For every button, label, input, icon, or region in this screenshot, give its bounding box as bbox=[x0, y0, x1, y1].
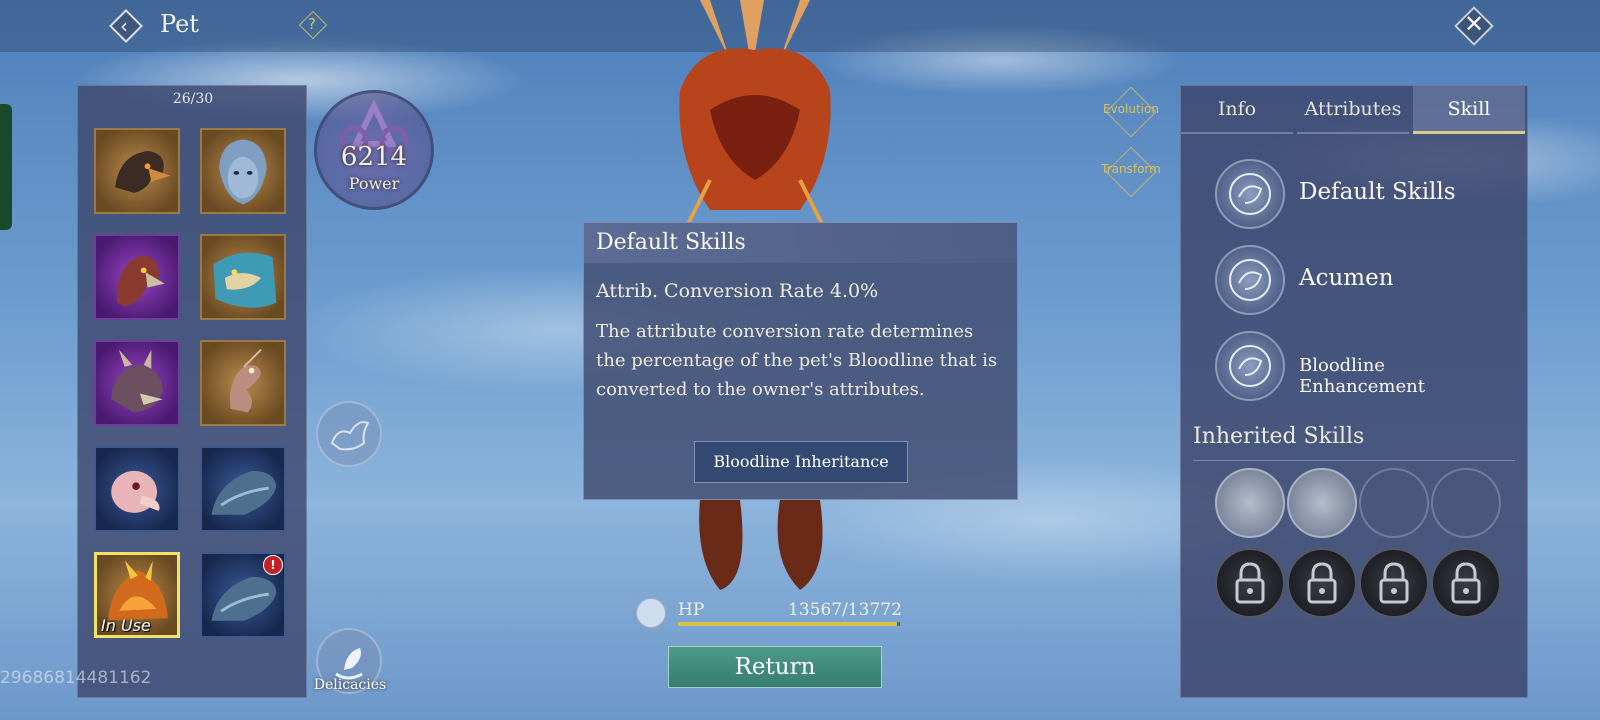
swirl-icon bbox=[1215, 331, 1285, 401]
tooltip-description: The attribute conversion rate determines… bbox=[596, 321, 998, 400]
back-button[interactable]: ‹ bbox=[108, 8, 144, 44]
skill-default[interactable]: Default Skills bbox=[1215, 159, 1515, 229]
power-emblem: 6214 Power bbox=[314, 90, 434, 210]
alert-badge: ! bbox=[263, 555, 283, 575]
horned-beast-portrait bbox=[111, 349, 163, 413]
hp-label: HP bbox=[678, 600, 705, 620]
mantis-portrait bbox=[229, 348, 262, 413]
pet-slot-azure-dragon[interactable] bbox=[200, 234, 286, 320]
beast-head-icon bbox=[1215, 159, 1285, 229]
return-button[interactable]: Return bbox=[668, 646, 882, 688]
transform-button[interactable]: Transform bbox=[1096, 146, 1166, 198]
azure-dragon-portrait bbox=[213, 252, 277, 308]
tab-skill[interactable]: Skill bbox=[1413, 86, 1525, 134]
pet-slot-fire-dragon[interactable]: In Use bbox=[94, 552, 180, 638]
page-title: Pet bbox=[160, 10, 199, 38]
chevron-left-icon: ‹ bbox=[120, 14, 128, 38]
silver-mask-portrait bbox=[219, 139, 267, 205]
swirl-icon bbox=[1215, 245, 1285, 315]
red-eagle-portrait bbox=[116, 255, 165, 307]
close-button[interactable]: ✕ bbox=[1454, 6, 1494, 46]
skill-glyph-icon bbox=[1229, 259, 1271, 301]
skill-bloodline-enhancement[interactable]: Bloodline Enhancement bbox=[1215, 331, 1515, 401]
evolution-button[interactable]: Evolution bbox=[1096, 86, 1166, 138]
pet-slot-silver-mask[interactable] bbox=[200, 128, 286, 214]
padlock-icon[interactable] bbox=[1287, 548, 1357, 618]
pet-skin-button[interactable] bbox=[316, 401, 382, 467]
section-divider bbox=[1193, 460, 1515, 461]
pet-slot-blue-lizard-2[interactable]: ! bbox=[200, 552, 286, 638]
hp-bar-fill bbox=[678, 622, 897, 626]
bloodline-inheritance-button[interactable]: Bloodline Inheritance bbox=[694, 441, 908, 483]
pet-slot-mantis[interactable] bbox=[200, 340, 286, 426]
conversion-rate: Attrib. Conversion Rate 4.0% bbox=[596, 280, 879, 302]
tab-info[interactable]: Info bbox=[1181, 86, 1293, 134]
padlock-icon[interactable] bbox=[1359, 548, 1429, 618]
inherited-skills-title: Inherited Skills bbox=[1193, 424, 1365, 449]
user-id: 29686814481162 bbox=[0, 668, 152, 688]
phoenix-icon bbox=[330, 421, 370, 451]
pet-list-panel: 26/30 In Use ! bbox=[77, 85, 307, 698]
inherited-skill-feather-icon[interactable] bbox=[1287, 468, 1357, 538]
skill-name: Bloodline Enhancement bbox=[1299, 355, 1425, 397]
lock-glyph-icon bbox=[1379, 562, 1409, 604]
pet-slot-blue-lizard[interactable] bbox=[200, 446, 286, 532]
pink-bird-portrait bbox=[111, 470, 160, 513]
skill-name: Default Skills bbox=[1299, 179, 1456, 205]
pet-slot-horned-beast[interactable] bbox=[94, 340, 180, 426]
padlock-icon[interactable] bbox=[1431, 548, 1501, 618]
lock-glyph-icon bbox=[1307, 562, 1337, 604]
pet-slot-red-eagle[interactable] bbox=[94, 234, 180, 320]
skill-glyph-icon bbox=[1229, 173, 1271, 215]
hp-bar bbox=[678, 622, 900, 626]
lock-glyph-icon bbox=[1451, 562, 1481, 604]
padlock-icon[interactable] bbox=[1215, 548, 1285, 618]
lock-glyph-icon bbox=[1235, 562, 1265, 604]
tab-attributes[interactable]: Attributes bbox=[1297, 86, 1409, 134]
inherited-skill-claw-icon[interactable] bbox=[1215, 468, 1285, 538]
skill-tooltip: Default Skills Attrib. Conversion Rate 4… bbox=[583, 222, 1018, 500]
skill-name: Acumen bbox=[1299, 265, 1394, 291]
pet-count: 26/30 bbox=[172, 91, 214, 107]
skill-glyph-icon bbox=[1229, 345, 1271, 387]
pet-slot-dark-bird[interactable] bbox=[94, 128, 180, 214]
help-button[interactable]: ? bbox=[298, 10, 328, 40]
inherited-skill-empty-slot[interactable] bbox=[1431, 468, 1501, 538]
hp-value: 13567/13772 bbox=[788, 600, 902, 620]
hp-drop-icon bbox=[636, 598, 666, 628]
detail-panel: Info Attributes Skill Default Skills Acu… bbox=[1180, 85, 1528, 698]
delicacies-label: Delicacies bbox=[313, 677, 387, 693]
in-use-tag: In Use bbox=[101, 616, 151, 635]
inherited-skill-empty-slot[interactable] bbox=[1359, 468, 1429, 538]
power-value: 6214 bbox=[340, 142, 408, 172]
power-label: Power bbox=[348, 174, 400, 193]
skill-acumen[interactable]: Acumen bbox=[1215, 245, 1515, 315]
tooltip-title: Default Skills bbox=[596, 230, 746, 255]
blue-lizard-portrait bbox=[211, 470, 277, 515]
dark-bird-portrait bbox=[115, 150, 171, 193]
pet-slot-pink-bird[interactable] bbox=[94, 446, 180, 532]
left-edge-tab[interactable] bbox=[0, 104, 12, 230]
